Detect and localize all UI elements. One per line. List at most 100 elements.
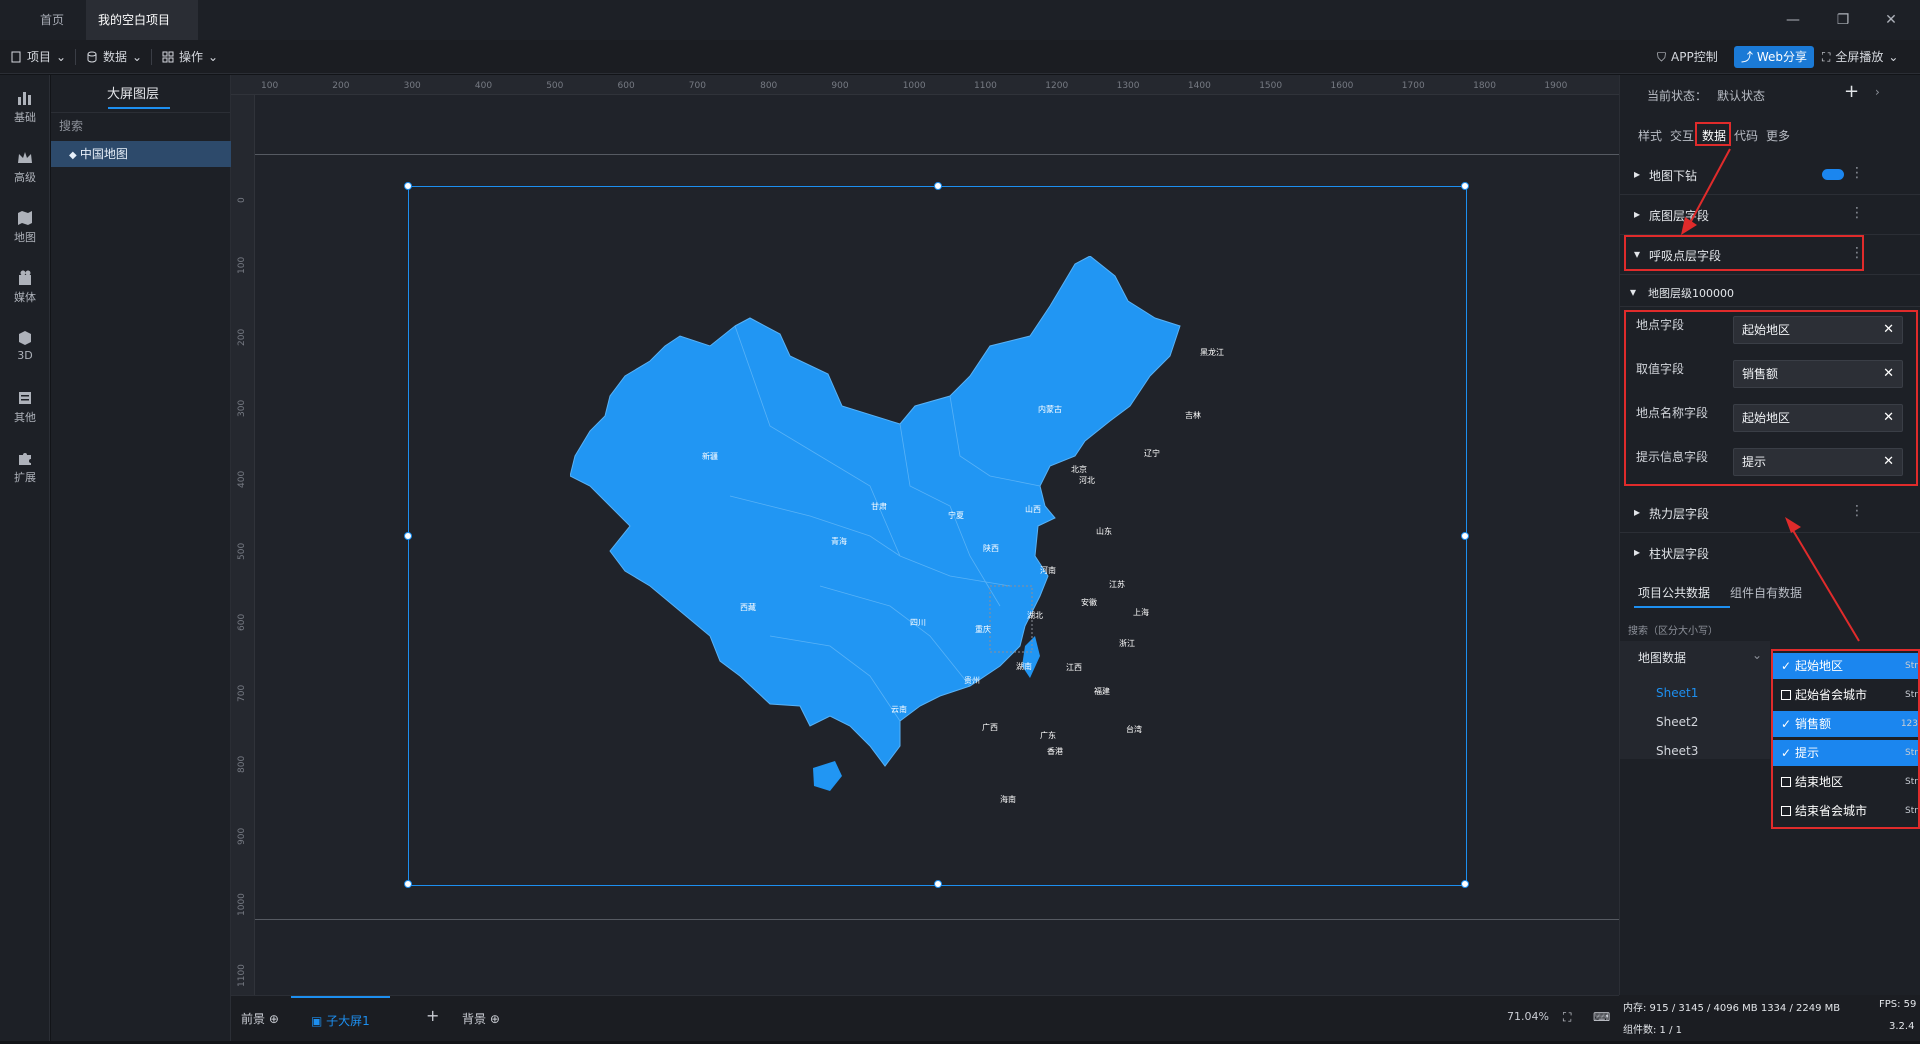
layer-search-input[interactable]: 搜索	[59, 117, 83, 134]
tab-style[interactable]: 样式	[1638, 127, 1662, 144]
tab-interaction[interactable]: 交互	[1670, 127, 1694, 144]
checkbox-icon[interactable]	[1781, 777, 1791, 787]
menu-project[interactable]: 项目 ⌄	[10, 40, 66, 74]
checkmark-icon[interactable]: ✓	[1781, 740, 1791, 766]
field-option[interactable]: ✓ 起始地区 Str	[1773, 653, 1918, 679]
checkmark-icon[interactable]: ✓	[1781, 711, 1791, 737]
add-screen-button[interactable]: +	[426, 1006, 439, 1025]
ruler-left-tick: 1000	[237, 893, 247, 916]
chevron-down-icon: ⌄	[56, 50, 67, 64]
close-button[interactable]: ✕	[1868, 0, 1914, 40]
field-option-label: 起始省会城市	[1795, 688, 1868, 702]
china-map[interactable]	[570, 256, 1305, 824]
state-value[interactable]: 默认状态	[1717, 87, 1765, 104]
field-option[interactable]: 结束地区 Str	[1773, 769, 1918, 795]
section-heat-layer[interactable]: ▸ 热力层字段 ⋮	[1620, 493, 1920, 533]
restore-button[interactable]: ❐	[1820, 0, 1866, 40]
keyboard-icon[interactable]: ⌨	[1593, 1010, 1610, 1024]
section-flight-layer-label[interactable]: 柱状层字段	[1649, 545, 1709, 562]
checkbox-icon[interactable]	[1781, 806, 1791, 816]
section-map-drill[interactable]: ▸ 地图下钻 ⋮	[1620, 155, 1920, 195]
ruler-top-tick: 1600	[1330, 81, 1354, 91]
province-label: 河南	[1040, 566, 1056, 575]
tab-project-label: 我的空白项目	[98, 13, 171, 27]
ruler-top-tick: 600	[617, 81, 635, 91]
nav-advanced[interactable]: 高级	[0, 143, 50, 195]
level-subsection[interactable]: ▾ 地图层级100000	[1620, 279, 1920, 307]
nav-map[interactable]: 地图	[0, 203, 50, 255]
nav-3d[interactable]: 3D	[0, 323, 50, 375]
ruler-left: 0 100 200 300 400 500 600 700 800 900 1000 1100	[231, 95, 255, 995]
chevron-right-icon[interactable]: ›	[1875, 85, 1880, 99]
tab-more[interactable]: 更多	[1766, 127, 1790, 144]
sheet-item-3[interactable]: Sheet3	[1656, 744, 1698, 758]
province-label: 重庆	[975, 625, 991, 634]
layer-panel-title[interactable]: 大屏图层	[107, 83, 159, 102]
app-control-label: APP控制	[1671, 50, 1718, 64]
fit-screen-icon[interactable]: ⛶	[1563, 1010, 1571, 1025]
plus-circle-icon[interactable]: ⊕	[269, 1012, 279, 1026]
tab-home[interactable]: 首页	[18, 0, 86, 40]
province-label: 四川	[910, 618, 926, 627]
province-label: 河北	[1079, 476, 1095, 485]
field-option[interactable]: ✓ 销售额 123	[1773, 711, 1918, 737]
caret-right-icon: ▸	[1634, 207, 1641, 221]
ruler-left-tick: 800	[237, 756, 247, 774]
resize-handle-tr[interactable]	[1461, 182, 1469, 190]
ruler-top-tick: 300	[403, 81, 421, 91]
plus-circle-icon[interactable]: ⊕	[490, 1012, 500, 1026]
map-icon	[18, 211, 32, 225]
menu-operate[interactable]: 操作 ⌄	[162, 40, 218, 74]
fullscreen-button[interactable]: ⛶ 全屏播放 ⌄	[1822, 40, 1898, 74]
resize-handle-b[interactable]	[934, 880, 942, 888]
more-icon[interactable]: ⋮	[1850, 503, 1864, 519]
child-screen-tab[interactable]: ▣ 子大屏1	[291, 996, 390, 1042]
drill-toggle[interactable]	[1822, 169, 1844, 180]
ruler-left-tick: 700	[237, 684, 247, 703]
resize-handle-br[interactable]	[1461, 880, 1469, 888]
more-icon[interactable]: ⋮	[1850, 205, 1864, 221]
web-share-button[interactable]: ⤴ Web分享	[1734, 46, 1814, 68]
sheet-item-1[interactable]: Sheet1	[1656, 686, 1698, 700]
nav-media[interactable]: 媒体	[0, 263, 50, 315]
section-base-layer[interactable]: ▸ 底图层字段 ⋮	[1620, 195, 1920, 235]
resize-handle-tl[interactable]	[404, 182, 412, 190]
tab-project[interactable]: 我的空白项目	[86, 0, 198, 65]
field-option[interactable]: 结束省会城市 Str	[1773, 798, 1918, 824]
nav-other[interactable]: 其他	[0, 383, 50, 435]
layer-item-china-map[interactable]: ◆ 中国地图	[51, 141, 231, 167]
ruler-top-tick: 500	[546, 81, 564, 91]
field-list-popup: ✓ 起始地区 Str 起始省会城市 Str ✓ 销售额 123 ✓ 提示 Str 结束地区 Str 结束省…	[1771, 649, 1920, 829]
zoom-level[interactable]: 71.04%	[1507, 1010, 1549, 1023]
field-option[interactable]: 起始省会城市 Str	[1773, 682, 1918, 708]
checkmark-icon[interactable]: ✓	[1781, 653, 1791, 679]
component-category-nav: 基础 高级 地图 媒体 3D 其他 扩展	[0, 75, 50, 1041]
resize-handle-r[interactable]	[1461, 532, 1469, 540]
ruler-top-tick: 1500	[1259, 81, 1283, 91]
resize-handle-t[interactable]	[934, 182, 942, 190]
tab-component-data[interactable]: 组件自有数据	[1730, 584, 1802, 601]
resize-handle-bl[interactable]	[404, 880, 412, 888]
dataset-row[interactable]: 地图数据 ⌄	[1620, 641, 1770, 671]
resize-handle-l[interactable]	[404, 532, 412, 540]
cube-icon	[19, 331, 31, 345]
tab-code[interactable]: 代码	[1734, 127, 1758, 144]
field-option[interactable]: ✓ 提示 Str	[1773, 740, 1918, 766]
nav-extend[interactable]: 扩展	[0, 443, 50, 495]
field-option-label: 结束地区	[1795, 775, 1844, 789]
background-tab[interactable]: 背景 ⊕	[462, 1010, 500, 1027]
sheet-item-2[interactable]: Sheet2	[1656, 715, 1698, 729]
menu-data[interactable]: 数据 ⌄	[86, 40, 142, 74]
add-state-button[interactable]: +	[1844, 81, 1859, 102]
app-control-button[interactable]: ⛉ APP控制	[1657, 40, 1718, 74]
checkbox-icon[interactable]	[1781, 690, 1791, 700]
ruler-top-tick: 200	[332, 81, 350, 91]
minimize-button[interactable]: —	[1770, 0, 1816, 40]
nav-basic[interactable]: 基础	[0, 83, 50, 135]
ruler-left-tick: 400	[237, 471, 247, 489]
data-search-input[interactable]: 搜索（区分大小写）	[1628, 622, 1718, 637]
tab-project-data[interactable]: 项目公共数据	[1638, 584, 1710, 601]
foreground-tab[interactable]: 前景 ⊕	[241, 1010, 279, 1027]
bottom-bar: 前景 ⊕ ▣ 子大屏1 + 背景 ⊕ 71.04% ⛶ ⌨	[231, 995, 1619, 1041]
more-icon[interactable]: ⋮	[1850, 165, 1864, 181]
